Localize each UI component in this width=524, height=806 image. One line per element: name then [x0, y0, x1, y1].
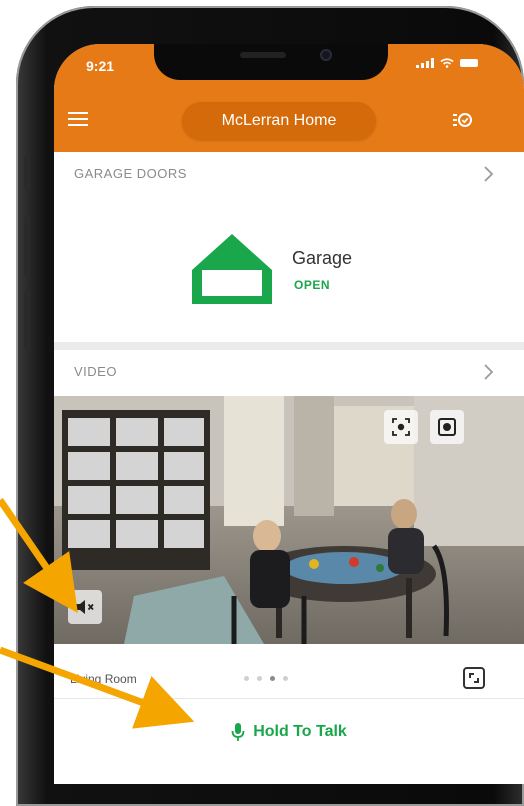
- mute-switch: [24, 156, 30, 190]
- page-dot[interactable]: [257, 676, 262, 681]
- record-icon: [438, 418, 456, 436]
- garage-doors-title: GARAGE DOORS: [74, 166, 187, 181]
- chevron-right-icon[interactable]: [478, 164, 498, 184]
- garage-door-name: Garage: [292, 248, 353, 268]
- camera-page-indicator[interactable]: [244, 676, 288, 681]
- screenshot-button[interactable]: [384, 410, 418, 444]
- garage-door-status: OPEN: [294, 278, 331, 292]
- battery-icon: [460, 59, 478, 67]
- activity-icon[interactable]: [452, 110, 472, 130]
- front-camera: [320, 49, 332, 61]
- garage-doors-card: GARAGE DOORS Garage OPEN: [54, 152, 524, 342]
- nav-bar: McLerran Home: [54, 100, 524, 146]
- garage-doors-header[interactable]: GARAGE DOORS: [54, 152, 524, 198]
- page-dot[interactable]: [283, 676, 288, 681]
- notch: [154, 44, 388, 80]
- video-title: VIDEO: [74, 364, 117, 379]
- record-button[interactable]: [430, 410, 464, 444]
- video-card: VIDEO Living Room Hold To Talk: [54, 350, 524, 784]
- menu-icon[interactable]: [68, 112, 88, 128]
- volume-up-button: [24, 216, 30, 276]
- mute-icon: [76, 600, 94, 614]
- camera-feed[interactable]: [54, 396, 524, 644]
- volume-down-button: [24, 290, 30, 350]
- screenshot-icon: [392, 418, 410, 436]
- video-header[interactable]: VIDEO: [54, 350, 524, 396]
- microphone-icon: [231, 723, 245, 741]
- status-time: 9:21: [86, 58, 115, 74]
- hold-to-talk-button[interactable]: Hold To Talk: [174, 712, 404, 752]
- divider: [54, 698, 524, 699]
- wifi-icon: [440, 58, 454, 68]
- camera-name: Living Room: [70, 672, 137, 686]
- garage-icon[interactable]: [190, 232, 274, 306]
- app-screen: 9:21 McLerran Home GARAGE DOORS Garage O…: [54, 44, 524, 784]
- status-icons: [416, 58, 478, 68]
- home-selector-button[interactable]: McLerran Home: [182, 102, 376, 140]
- earpiece: [240, 52, 286, 58]
- mute-button[interactable]: [68, 590, 102, 624]
- expand-icon[interactable]: [462, 666, 486, 690]
- signal-icon: [416, 58, 434, 68]
- hold-to-talk-label: Hold To Talk: [253, 723, 347, 740]
- page-dot[interactable]: [244, 676, 249, 681]
- page-dot[interactable]: [270, 676, 275, 681]
- chevron-right-icon[interactable]: [478, 362, 498, 382]
